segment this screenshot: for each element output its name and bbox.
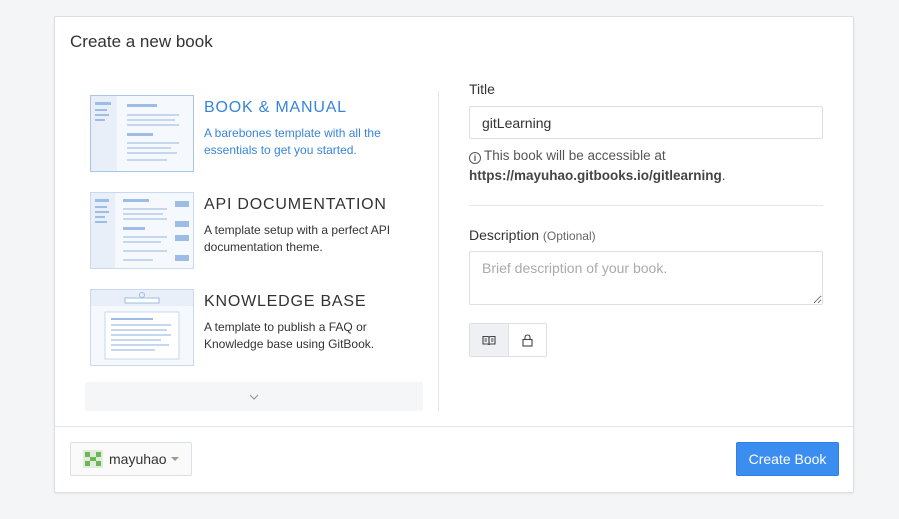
template-description: A barebones template with all the essent… [204,126,381,157]
description-label: Description (Optional) [469,227,596,243]
book-url: https://mayuhao.gitbooks.io/gitlearning [469,168,722,183]
owner-name: mayuhao [109,451,167,467]
visibility-toggle [469,323,547,357]
caret-down-icon [170,457,179,461]
template-api-documentation[interactable]: API DOCUMENTATION A template setup with … [85,188,425,285]
create-book-button[interactable]: Create Book [736,442,839,476]
chevron-down-icon [249,394,259,400]
column-divider [438,91,439,411]
private-visibility-button[interactable] [508,324,546,356]
title-input[interactable] [469,106,823,139]
book-manual-thumbnail [90,95,194,172]
template-title: KNOWLEDGE BASE [204,293,367,310]
public-visibility-button[interactable] [470,324,508,356]
template-list: BOOK & MANUAL A barebones template with … [85,91,425,382]
template-title: BOOK & MANUAL [204,99,347,116]
description-label-text: Description [469,227,540,243]
footer-divider [55,426,853,427]
title-label: Title [469,81,495,97]
api-documentation-thumbnail [90,192,194,269]
lock-icon [522,333,533,347]
panel-title: Create a new book [70,32,213,51]
more-templates-button[interactable] [85,382,423,411]
avatar [83,450,103,468]
create-book-panel: Create a new book BOOK & MANUAL A barebo… [54,16,854,493]
template-description: A template to publish a FAQ or Knowledge… [204,320,375,351]
owner-selector[interactable]: mayuhao [70,442,192,476]
info-icon: i [469,152,481,164]
hint-suffix: . [721,168,726,183]
knowledge-base-thumbnail [90,289,194,366]
template-knowledge-base[interactable]: KNOWLEDGE BASE A template to publish a F… [85,285,425,382]
optional-note: (Optional) [542,229,596,243]
template-book-manual[interactable]: BOOK & MANUAL A barebones template with … [85,91,425,188]
open-book-icon [482,335,496,345]
form-divider [469,205,823,206]
description-input[interactable] [469,251,823,305]
template-title: API DOCUMENTATION [204,196,387,213]
hint-prefix: This book will be accessible at [484,148,666,163]
url-hint: i This book will be accessible at https:/… [469,146,809,186]
template-description: A template setup with a perfect API docu… [204,223,391,254]
